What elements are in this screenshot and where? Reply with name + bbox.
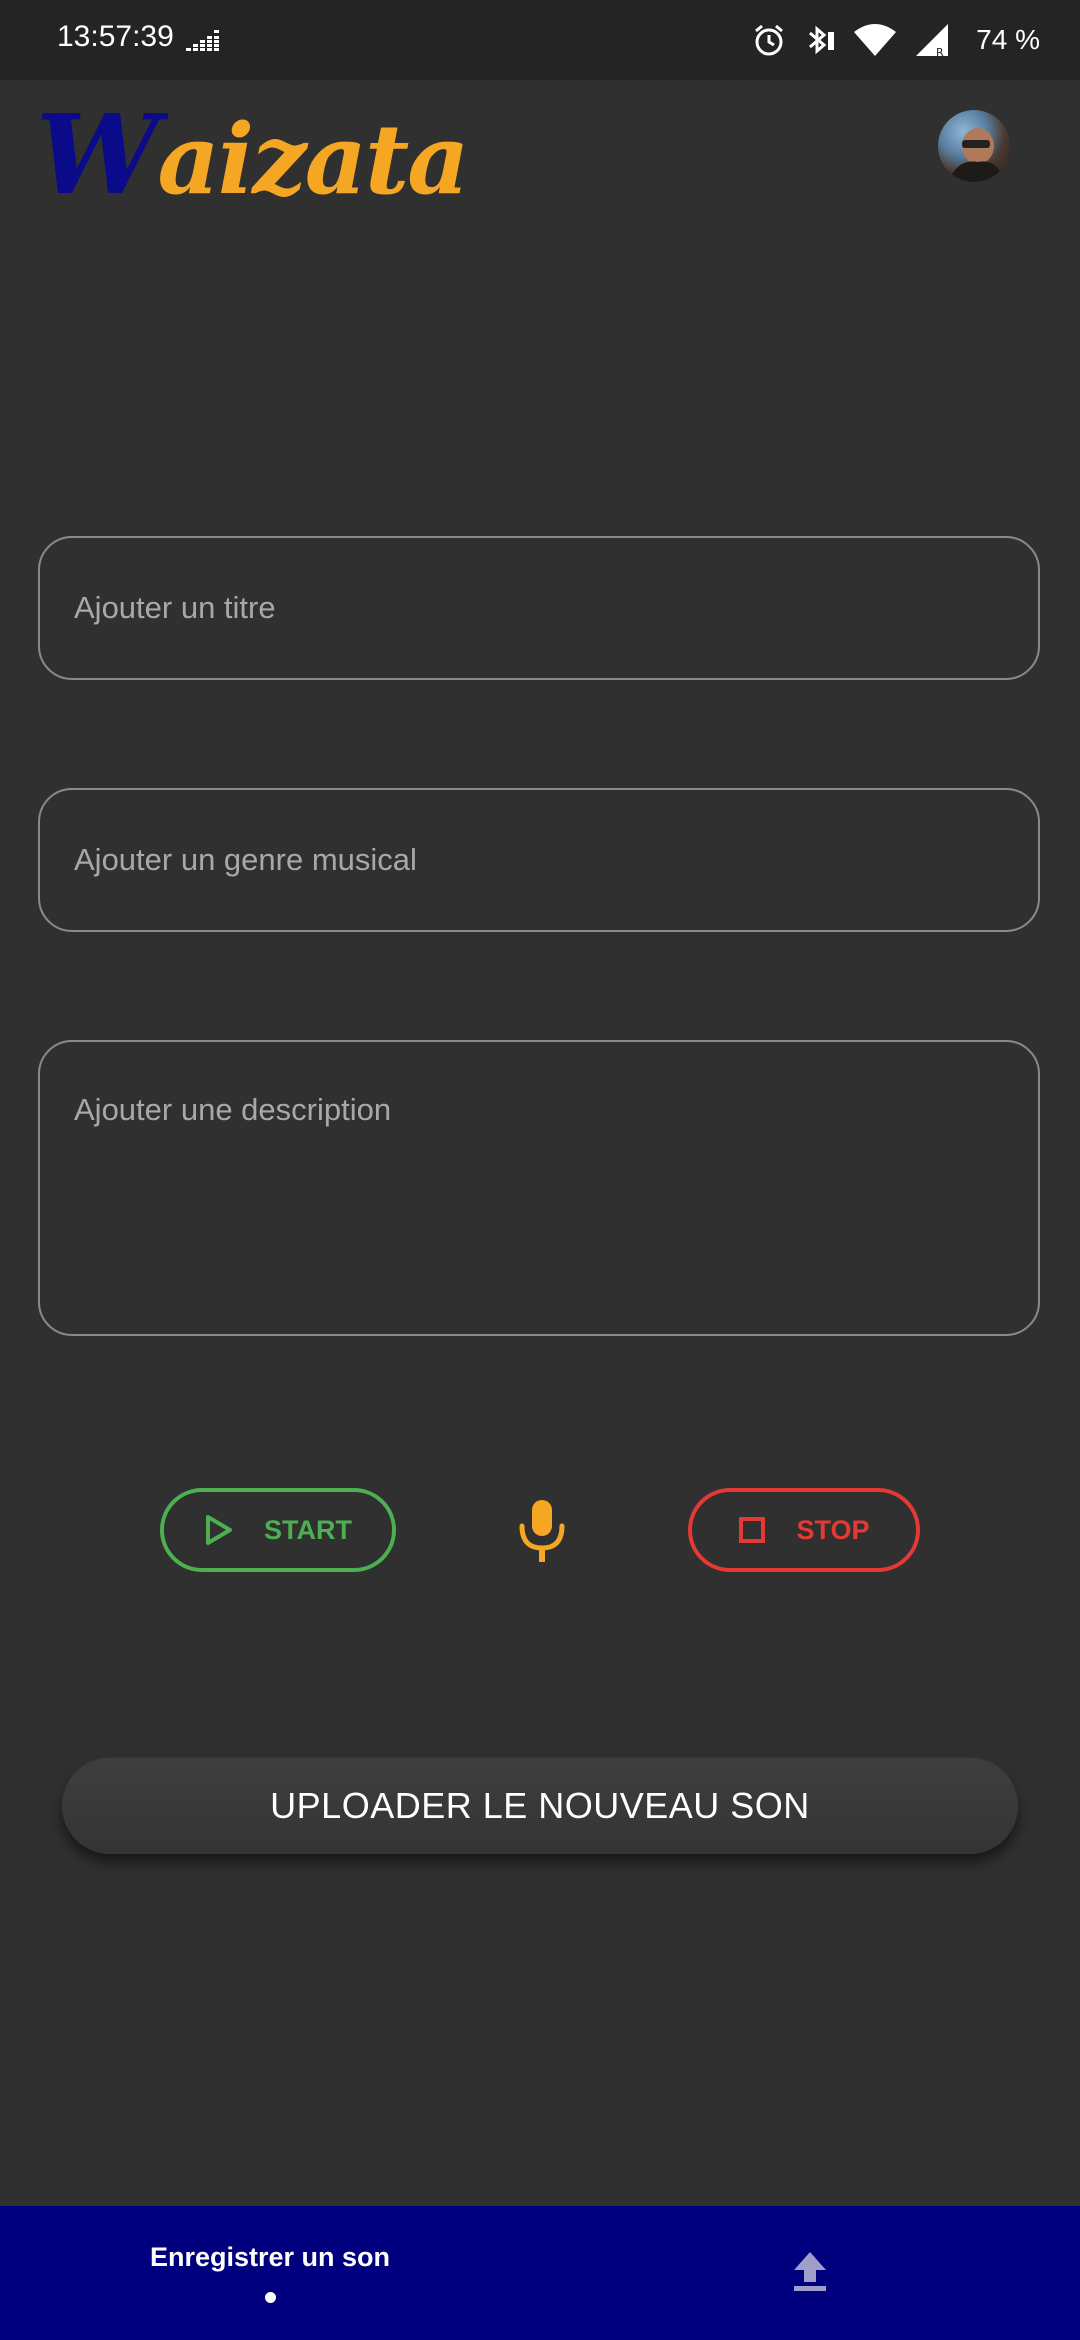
app-header: Waizata xyxy=(0,80,1080,220)
wifi-icon xyxy=(854,24,897,56)
alarm-icon xyxy=(755,24,784,56)
bluetooth-icon xyxy=(809,25,835,55)
genre-input[interactable] xyxy=(40,790,1038,930)
status-bar: 13:57:39 R 74 % xyxy=(0,0,1080,80)
title-input[interactable] xyxy=(40,538,1038,678)
signal-icon: R xyxy=(916,24,949,58)
status-time: 13:57:39 xyxy=(57,20,174,53)
microphone-icon[interactable] xyxy=(514,1496,570,1566)
description-field[interactable] xyxy=(38,1040,1040,1336)
stop-label: STOP xyxy=(796,1514,870,1545)
logo-first-letter: W xyxy=(36,90,160,219)
stop-icon xyxy=(739,1517,766,1543)
start-button[interactable]: START xyxy=(160,1488,396,1572)
battery-level: 74 % xyxy=(976,24,1040,55)
record-dot-icon xyxy=(265,2292,276,2303)
play-icon xyxy=(206,1515,232,1545)
app-logo: Waizata xyxy=(36,100,470,216)
nav-item-upload[interactable] xyxy=(780,2206,840,2340)
svg-text:R: R xyxy=(936,46,944,58)
avatar-image xyxy=(948,128,1004,182)
avatar[interactable] xyxy=(938,110,1010,182)
genre-field[interactable] xyxy=(38,788,1040,932)
upload-new-sound-button[interactable]: UPLOADER LE NOUVEAU SON xyxy=(62,1758,1018,1854)
upload-icon xyxy=(794,2252,826,2291)
description-input[interactable] xyxy=(40,1042,1038,1334)
nav-record-label: Enregistrer un son xyxy=(149,2242,391,2272)
bottom-navigation: Enregistrer un son xyxy=(0,2206,1080,2340)
nav-item-record[interactable]: Enregistrer un son xyxy=(120,2206,420,2340)
stop-button[interactable]: STOP xyxy=(688,1488,920,1572)
start-label: START xyxy=(264,1514,352,1545)
logo-rest: aizata xyxy=(157,103,470,216)
status-icons: R 74 % xyxy=(752,18,1040,62)
equalizer-icon xyxy=(186,30,219,51)
title-field[interactable] xyxy=(38,536,1040,680)
